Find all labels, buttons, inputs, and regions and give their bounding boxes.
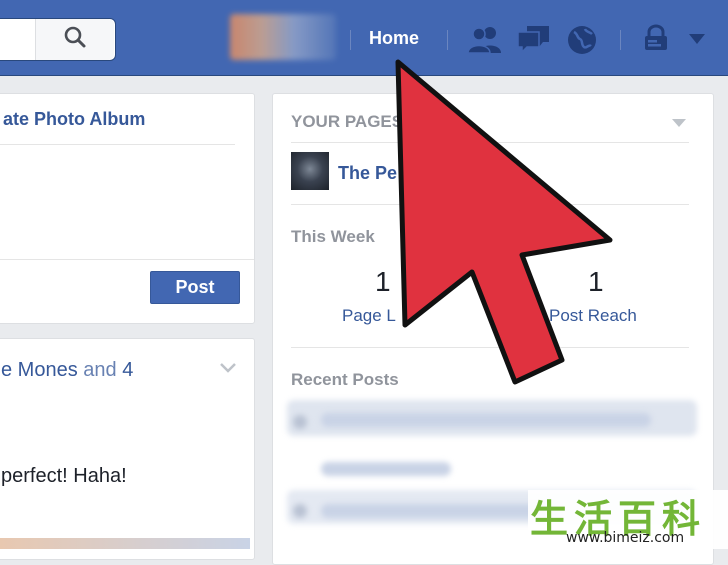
watermark-url: www.bimeiz.com	[566, 530, 685, 546]
pointer-arrow-overlay	[395, 59, 613, 385]
